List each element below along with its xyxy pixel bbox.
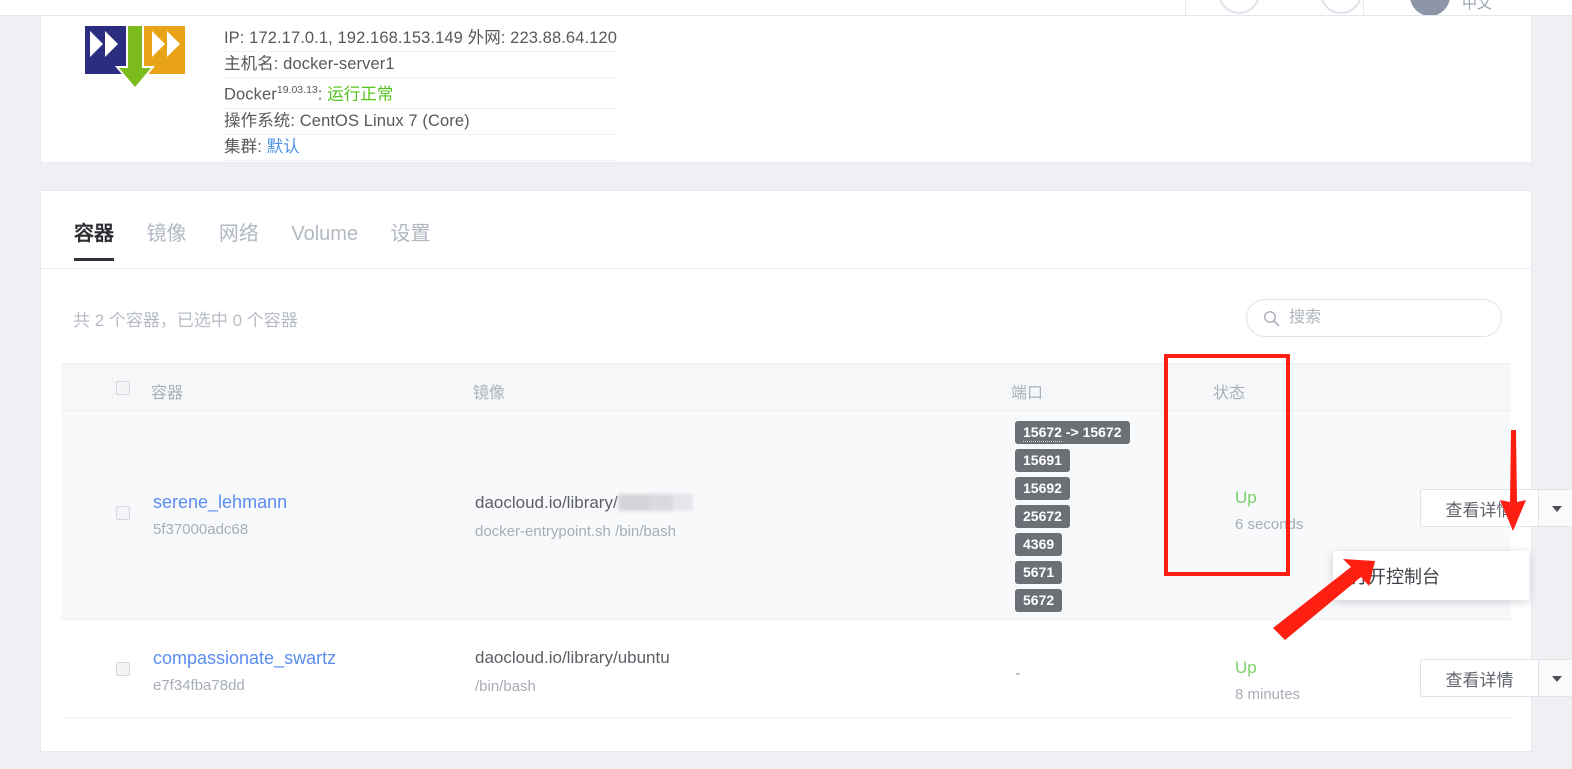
column-header-container[interactable]: 容器 [151,379,183,403]
daocloud-logo-icon [85,26,185,90]
host-hostname-row: 主机名: docker-server1 [224,52,617,78]
view-detail-button[interactable]: 查看详情 [1420,489,1538,527]
docker-version: 19.03.13 [276,84,318,96]
dropdown-caret-button[interactable] [1538,659,1572,697]
wan-value: 223.88.64.120 [510,29,617,47]
port-tag[interactable]: 15691 [1015,449,1070,472]
row-action-group: 查看详情 [1420,659,1572,697]
selection-count-text: 共 2 个容器，已选中 0 个容器 [73,311,298,330]
docker-label: Docker [224,85,277,104]
container-command: /bin/bash [475,678,536,695]
topbar-divider-right [1363,0,1364,15]
search-box[interactable] [1246,299,1502,337]
cluster-value[interactable]: 默认 [267,138,300,156]
status-uptime: 8 minutes [1235,686,1301,703]
status-badge: Up [1235,658,1257,677]
tab-bar: 容器 镜像 网络 Volume 设置 [41,217,1531,269]
memory-gauge-icon [1320,0,1362,14]
host-os-row: 操作系统: CentOS Linux 7 (Core) [224,109,617,135]
search-input[interactable] [1289,300,1489,336]
ip-value: 172.17.0.1, 192.168.153.149 [249,29,463,47]
container-name-link[interactable]: serene_lehmann [153,492,287,513]
host-info-card: IP: 172.17.0.1, 192.168.153.149 外网: 223.… [40,16,1532,163]
table-header-row: 容器 镜像 端口 状态 [61,363,1511,411]
row-action-group: 查看详情 [1420,489,1572,527]
port-tag[interactable]: 15672 -> 15672 [1015,421,1130,444]
container-command: docker-entrypoint.sh /bin/bash [475,523,676,540]
tab-volume[interactable]: Volume [277,223,372,260]
column-header-ports[interactable]: 端口 [1011,379,1043,403]
docker-status: 运行正常 [327,85,394,104]
host-ip-row: IP: 172.17.0.1, 192.168.153.149 外网: 223.… [224,26,617,52]
status-badge: Up [1235,488,1257,507]
dropdown-caret-button[interactable] [1538,489,1572,527]
port-tag-arrow: -> [1065,424,1079,440]
hostname-value: docker-server1 [283,55,395,73]
host-docker-row: Docker19.03.13: 运行正常 [224,78,617,109]
status-uptime: 6 seconds [1235,516,1304,533]
menu-item-open-console[interactable]: 打开控制台 [1333,551,1529,589]
row-checkbox[interactable] [116,506,130,520]
port-tag[interactable]: 5671 [1015,561,1063,584]
view-detail-button[interactable]: 查看详情 [1420,659,1538,697]
tab-images[interactable]: 镜像 [132,217,200,260]
containers-table: 容器 镜像 端口 状态 serene_lehmann 5f37000adc68 … [61,363,1572,718]
host-details: IP: 172.17.0.1, 192.168.153.149 外网: 223.… [224,26,617,161]
container-name-link[interactable]: compassionate_swartz [153,648,336,669]
tab-settings[interactable]: 设置 [377,217,445,260]
image-name: daocloud.io/library/ [475,493,693,513]
topbar-divider-left [1185,0,1186,15]
host-cluster-row: 集群: 默认 [224,135,617,161]
cluster-label: 集群: [224,137,262,156]
hostname-label: 主机名: [224,55,279,73]
port-tag-source: 15672 [1023,424,1062,442]
image-name-redacted [617,494,693,511]
search-icon [1263,310,1280,327]
column-header-image[interactable]: 镜像 [473,379,505,403]
column-header-status[interactable]: 状态 [1213,379,1245,403]
image-name-prefix: daocloud.io/library/ [475,493,618,512]
port-tag[interactable]: 25672 [1015,505,1070,528]
cpu-gauge-icon [1218,0,1260,14]
language-label[interactable]: 中文 [1462,0,1492,13]
table-row[interactable]: serene_lehmann 5f37000adc68 daocloud.io/… [61,411,1572,620]
port-tag[interactable]: 5672 [1015,589,1063,612]
os-value: CentOS Linux 7 (Core) [299,111,470,130]
port-tag[interactable]: 15692 [1015,477,1070,500]
ports-empty: - [1015,665,1021,682]
docker-colon: : [317,85,323,104]
image-name: daocloud.io/library/ubuntu [475,648,670,667]
container-id: 5f37000adc68 [153,521,249,538]
wan-label: 外网: [467,29,506,47]
port-tag[interactable]: 4369 [1015,533,1063,556]
ip-label: IP: [224,29,245,47]
row-action-dropdown-menu: 打开控制台 [1333,551,1529,600]
avatar[interactable] [1410,0,1450,15]
os-label: 操作系统: [224,111,296,130]
row-checkbox[interactable] [116,662,130,676]
select-all-checkbox[interactable] [116,381,130,395]
ports-list: 15672 -> 15672 15691 15692 25672 4369 56… [1015,421,1130,617]
tab-containers[interactable]: 容器 [60,217,128,261]
tab-networks[interactable]: 网络 [205,217,273,260]
container-id: e7f34fba78dd [153,677,245,694]
port-tag-target: 15672 [1082,424,1122,440]
table-row[interactable]: compassionate_swartz e7f34fba78dd daoclo… [61,620,1572,718]
app-top-bar: 中文 [0,0,1572,16]
containers-panel: 容器 镜像 网络 Volume 设置 共 2 个容器，已选中 0 个容器 容器 … [40,190,1572,752]
